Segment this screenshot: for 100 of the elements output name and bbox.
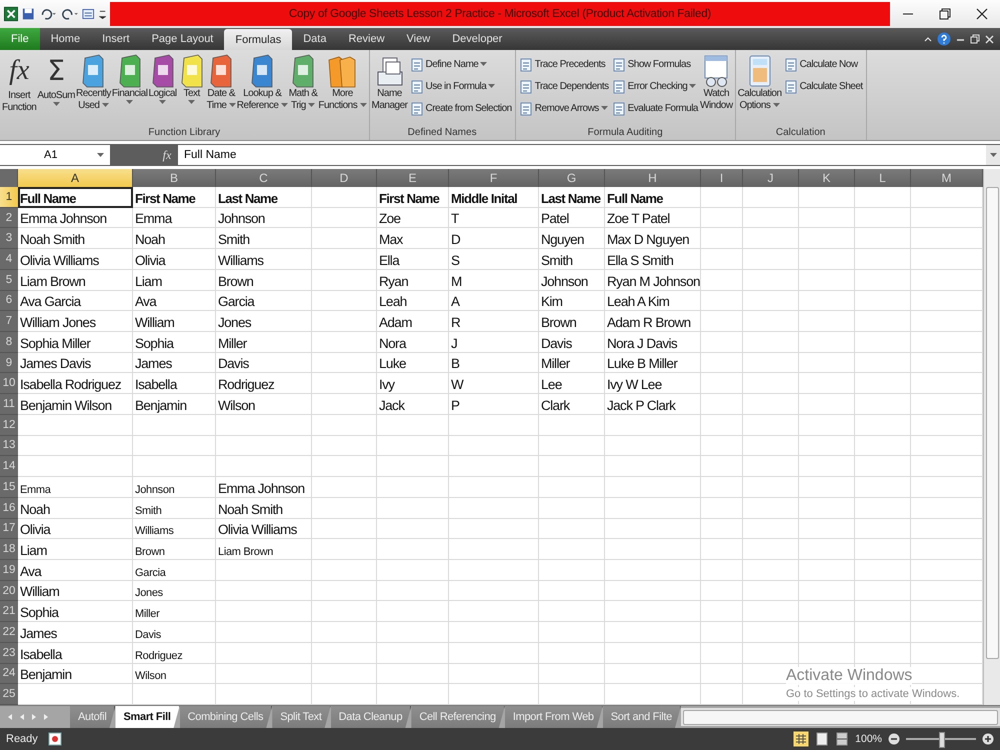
table-cell[interactable] [701, 290, 743, 312]
table-cell[interactable] [539, 477, 605, 498]
table-cell[interactable]: Max D Nguyen [605, 228, 701, 250]
table-cell[interactable] [539, 414, 605, 436]
table-cell[interactable] [701, 394, 743, 415]
table-cell[interactable] [449, 601, 539, 622]
ribbon-button[interactable]: Logical [148, 52, 177, 107]
table-cell[interactable] [743, 601, 799, 622]
horizontal-scrollbar[interactable] [680, 708, 1000, 726]
table-cell[interactable] [133, 456, 216, 478]
row-header[interactable]: 4 [0, 249, 18, 270]
table-cell[interactable] [799, 394, 855, 415]
table-cell[interactable] [799, 249, 855, 270]
table-cell[interactable] [312, 539, 377, 560]
row-header[interactable]: 6 [0, 290, 18, 312]
table-cell[interactable] [743, 187, 799, 208]
table-cell[interactable] [605, 518, 701, 540]
table-cell[interactable] [799, 228, 855, 250]
table-cell[interactable] [18, 436, 133, 456]
column-header[interactable]: B [133, 169, 216, 187]
table-cell[interactable] [701, 352, 743, 374]
table-cell[interactable] [449, 622, 539, 643]
file-menu[interactable]: File [0, 28, 40, 50]
column-header[interactable]: D [312, 169, 377, 187]
normal-view-icon[interactable] [793, 731, 810, 747]
zoom-in-icon[interactable] [982, 733, 994, 745]
table-cell[interactable] [855, 332, 911, 353]
table-cell[interactable] [701, 539, 743, 560]
table-cell[interactable]: Davis [133, 622, 216, 643]
row-header[interactable]: 15 [0, 477, 18, 498]
table-cell[interactable]: Olivia Williams [216, 518, 312, 540]
table-cell[interactable]: Full Name [605, 187, 701, 208]
table-cell[interactable] [449, 456, 539, 478]
table-cell[interactable] [855, 642, 911, 664]
table-cell[interactable] [539, 580, 605, 602]
table-cell[interactable]: Olivia Williams [18, 249, 133, 270]
table-cell[interactable] [133, 436, 216, 456]
customize-icon[interactable] [98, 8, 106, 20]
table-cell[interactable] [605, 642, 701, 664]
table-cell[interactable] [449, 518, 539, 540]
table-cell[interactable]: William [18, 580, 133, 602]
table-cell[interactable] [312, 642, 377, 664]
table-cell[interactable] [377, 642, 449, 664]
ribbon-button[interactable]: Lookup & Reference [236, 52, 288, 114]
table-cell[interactable] [449, 642, 539, 664]
table-cell[interactable]: Emma Johnson [18, 208, 133, 228]
table-cell[interactable]: Williams [216, 249, 312, 270]
table-cell[interactable] [701, 187, 743, 208]
table-cell[interactable] [312, 622, 377, 643]
table-cell[interactable]: Sophia Miller [18, 332, 133, 353]
table-cell[interactable] [799, 414, 855, 436]
table-cell[interactable] [216, 601, 312, 622]
row-header[interactable]: 24 [0, 664, 18, 684]
row-header[interactable]: 18 [0, 539, 18, 560]
spreadsheet-app-icon[interactable] [4, 6, 18, 22]
table-cell[interactable] [449, 539, 539, 560]
table-cell[interactable] [605, 580, 701, 602]
table-cell[interactable]: Leah [377, 290, 449, 312]
table-cell[interactable] [312, 664, 377, 684]
row-header[interactable]: 14 [0, 456, 18, 478]
table-cell[interactable] [799, 270, 855, 291]
table-cell[interactable]: Brown [539, 311, 605, 332]
table-cell[interactable]: Patel [539, 208, 605, 228]
table-cell[interactable]: Wilson [216, 394, 312, 415]
table-cell[interactable] [216, 436, 312, 456]
table-cell[interactable] [855, 539, 911, 560]
ribbon-button[interactable]: Text [178, 52, 206, 107]
table-cell[interactable]: Jack [377, 394, 449, 415]
table-cell[interactable]: Jack P Clark [605, 394, 701, 415]
table-cell[interactable]: William Jones [18, 311, 133, 332]
table-cell[interactable] [743, 373, 799, 394]
table-cell[interactable]: Luke [377, 352, 449, 374]
table-cell[interactable] [743, 560, 799, 581]
row-header[interactable]: 16 [0, 498, 18, 519]
table-cell[interactable]: Ivy [377, 373, 449, 394]
table-cell[interactable]: William [133, 311, 216, 332]
table-cell[interactable] [855, 249, 911, 270]
table-cell[interactable] [743, 477, 799, 498]
table-cell[interactable]: Olivia [133, 249, 216, 270]
table-cell[interactable] [605, 560, 701, 581]
table-cell[interactable] [743, 208, 799, 228]
table-cell[interactable] [449, 436, 539, 456]
table-cell[interactable]: R [449, 311, 539, 332]
table-cell[interactable] [799, 208, 855, 228]
table-cell[interactable] [312, 228, 377, 250]
table-cell[interactable] [312, 436, 377, 456]
help-icon[interactable] [937, 32, 951, 46]
table-cell[interactable] [377, 622, 449, 643]
table-cell[interactable] [312, 560, 377, 581]
table-cell[interactable] [701, 228, 743, 250]
table-cell[interactable] [799, 477, 855, 498]
table-cell[interactable] [743, 290, 799, 312]
table-cell[interactable]: D [449, 228, 539, 250]
table-cell[interactable] [743, 228, 799, 250]
table-cell[interactable]: Ella [377, 249, 449, 270]
table-cell[interactable] [605, 664, 701, 684]
table-cell[interactable]: First Name [377, 187, 449, 208]
table-cell[interactable]: Brown [133, 539, 216, 560]
table-cell[interactable]: Full Name [18, 187, 133, 208]
row-header[interactable]: 20 [0, 580, 18, 602]
